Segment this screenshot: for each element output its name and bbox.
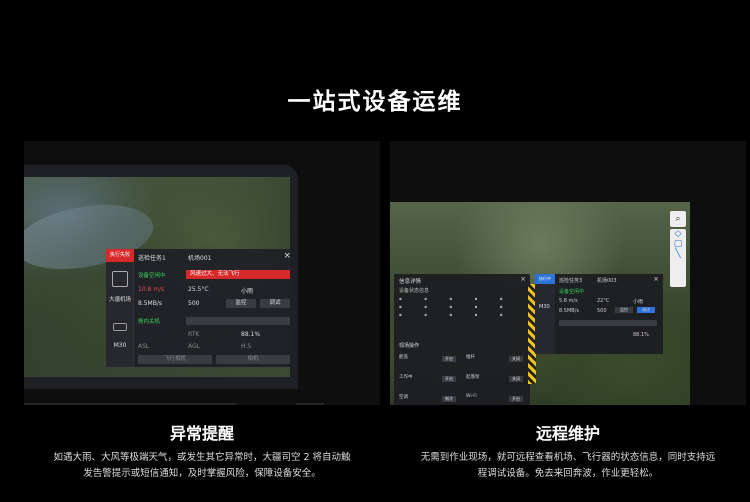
left-caption-title: 异常提醒 (169, 424, 234, 443)
debug-button[interactable]: 调试 (637, 307, 655, 313)
weather: 小雨 (241, 288, 254, 295)
info-title: 信息详情 (399, 279, 422, 285)
dock-status: 设备空闲中 (559, 289, 585, 295)
control-button[interactable]: 开启 (509, 396, 523, 402)
fly-camera-button[interactable]: 飞行相机 (138, 355, 212, 364)
wind-speed: 5.8 m/s (559, 298, 578, 304)
dock-id: 机场001 (188, 255, 212, 262)
monitor-button[interactable]: 监控 (226, 299, 256, 308)
drone-name: M30 (113, 342, 127, 349)
drone-status-bar (186, 317, 290, 325)
section-title: 现场操作 (399, 343, 420, 349)
agl-label: AGL (188, 343, 200, 350)
right-caption-desc: 无需到作业现场，就可远程查看机场、飞行器的状态信息，同时支持远 程调试设备。免去… (390, 450, 746, 482)
dock-status-card: 执行中 M30 巡检任务3 机场003 × 设备空闲中 5.8 m/s 22°C… (535, 274, 663, 354)
drone-status: 舱内关机 (138, 319, 161, 325)
right-desc-line-1: 无需到作业现场，就可远程查看机场、飞行器的状态信息，同时支持远 (420, 452, 716, 463)
grid-cell: ▪ (474, 312, 478, 317)
warning-banner: 风速过大、无法飞行 (186, 270, 290, 279)
battery-level: 88.1% (241, 331, 261, 338)
status-grid: ▪ ▪ ▪ ▪ ▪ ▪ ▪ ▪ ▪ ▪ ▪ ▪ ▪ ▪ ▪ (399, 296, 525, 317)
storage: 500 (188, 300, 200, 307)
dock-status: 设备空闲中 (138, 273, 166, 279)
drone-name: M30 (539, 304, 550, 310)
dock-id: 机场003 (597, 278, 617, 284)
grid-cell: ▪ (499, 304, 503, 309)
right-caption-title: 远程维护 (535, 424, 600, 443)
left-desc-line-1: 如遇大雨、大风等极端天气，或发生其它异常时，大疆司空 2 将自动触 (53, 452, 351, 463)
control-button[interactable]: 制冷 (442, 396, 456, 402)
grid-cell: ▪ (499, 296, 503, 301)
network-speed: 8.5MB/s (559, 308, 579, 314)
temperature: 25.5°C (188, 286, 209, 293)
grid-cell: ▪ (424, 312, 428, 317)
control-button[interactable]: 关闭 (509, 376, 523, 382)
right-desc-line-2: 程调试设备。免去来回奔波，作业更轻松。 (477, 468, 659, 479)
close-icon[interactable]: × (520, 275, 526, 283)
rtk-label: RTK (188, 331, 200, 338)
debug-button[interactable]: 调试 (260, 299, 290, 308)
left-desc-line-2: 发告警提示或短信通知，及时掌握风险，保障设备安全。 (83, 468, 321, 479)
dock-icon (112, 271, 128, 287)
weather: 小雨 (633, 299, 644, 305)
page-title: 一站式设备运维 (287, 89, 463, 115)
laptop-frame: 执行失败 大疆机场 M30 巡检任务1 机场001 × 设备空闲中 风速过大、无… (24, 165, 324, 405)
dock-sidebar: 执行中 M30 (535, 274, 555, 354)
task-name: 巡检任务1 (138, 255, 166, 262)
battery-level: 88.1% (633, 332, 649, 338)
asl-label: ASL (138, 343, 150, 350)
hs-label: H.S (241, 343, 252, 350)
grid-cell: ▪ (449, 312, 453, 317)
grid-cell: ▪ (424, 296, 428, 301)
grid-cell: ▪ (399, 304, 402, 309)
grid-cell: ▪ (499, 312, 503, 317)
monitor-button[interactable]: 监控 (615, 307, 633, 313)
map-view: 信息详情 × 设备状态信息 ▪ ▪ ▪ ▪ ▪ ▪ ▪ ▪ ▪ ▪ ▪ ▪ ▪ ▪ ▪ 现场操作 舱盖 … (390, 202, 690, 405)
network-speed: 8.5MB/s (138, 300, 162, 307)
drone-icon (113, 323, 127, 331)
control-button[interactable]: 开启 (442, 356, 456, 362)
grid-cell: ▪ (474, 304, 478, 309)
search-icon[interactable]: ⌕ (670, 211, 686, 227)
grid-cell: ▪ (449, 296, 453, 301)
laptop-notch (236, 403, 296, 405)
control-button[interactable]: 开启 (442, 376, 456, 382)
control-button[interactable]: 关闭 (509, 356, 523, 362)
left-caption-desc: 如遇大雨、大风等极端天气，或发生其它异常时，大疆司空 2 将自动触 发告警提示或… (24, 450, 380, 482)
dock-status-card: 执行失败 大疆机场 M30 巡检任务1 机场001 × 设备空闲中 风速过大、无… (106, 249, 290, 367)
close-icon[interactable]: × (283, 251, 290, 261)
alert-tag: 执行失败 (106, 249, 134, 262)
close-icon[interactable]: × (653, 275, 659, 283)
wind-speed: 10.8 m/s (138, 286, 165, 293)
alert-feature-panel: 执行失败 大疆机场 M30 巡检任务1 机场001 × 设备空闲中 风速过大、无… (24, 141, 380, 405)
grid-cell: ▪ (399, 312, 402, 317)
map-tools[interactable]: ◇ ▢ ╲ (670, 229, 686, 287)
drone-status-bar (559, 320, 657, 326)
grid-cell: ▪ (424, 304, 428, 309)
task-tag: 执行中 (535, 274, 555, 284)
storage: 500 (597, 308, 607, 314)
grid-cell: ▪ (474, 296, 478, 301)
temperature: 22°C (597, 298, 610, 304)
remote-maintenance-panel: 信息详情 × 设备状态信息 ▪ ▪ ▪ ▪ ▪ ▪ ▪ ▪ ▪ ▪ ▪ ▪ ▪ ▪ ▪ 现场操作 舱盖 … (390, 141, 746, 405)
camera-button[interactable]: 相机 (216, 355, 290, 364)
grid-cell: ▪ (449, 304, 453, 309)
info-detail-panel: 信息详情 × 设备状态信息 ▪ ▪ ▪ ▪ ▪ ▪ ▪ ▪ ▪ ▪ ▪ ▪ ▪ ▪ ▪ 现场操作 舱盖 … (394, 274, 530, 405)
map-screen: 执行失败 大疆机场 M30 巡检任务1 机场001 × 设备空闲中 风速过大、无… (24, 177, 290, 377)
dock-name: 大疆机场 (108, 297, 131, 303)
task-name: 巡检任务3 (559, 278, 583, 284)
grid-cell: ▪ (399, 296, 402, 301)
dock-sidebar: 执行失败 大疆机场 M30 (106, 249, 134, 367)
info-subtitle: 设备状态信息 (399, 288, 430, 294)
